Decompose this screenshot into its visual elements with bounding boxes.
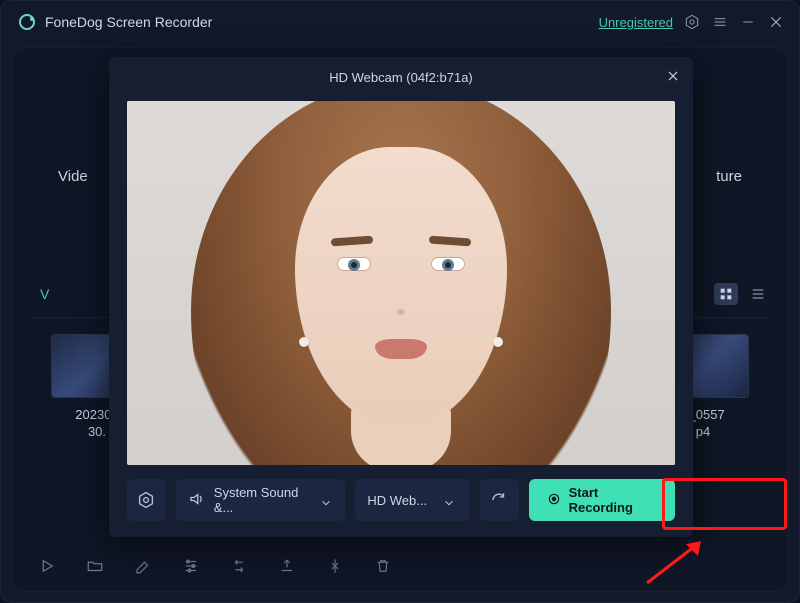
grid-view-button[interactable]	[714, 283, 738, 305]
modal-title: HD Webcam (04f2:b71a)	[329, 70, 473, 85]
modal-close-button[interactable]	[663, 66, 683, 86]
menu-icon[interactable]	[711, 13, 729, 31]
webcam-modal: HD Webcam (04f2:b71a)	[109, 57, 693, 537]
titlebar-left: FoneDog Screen Recorder	[19, 14, 212, 30]
gallery-tab-label-partial: V	[40, 286, 49, 302]
view-toggle	[714, 283, 770, 305]
close-button[interactable]	[767, 13, 785, 31]
bottom-toolbar	[38, 557, 392, 575]
app-title: FoneDog Screen Recorder	[45, 14, 212, 30]
refresh-button[interactable]	[480, 479, 519, 521]
camera-source-dropdown[interactable]: HD Web...	[355, 479, 469, 521]
mode-label-right-partial: ture	[716, 168, 742, 185]
titlebar: FoneDog Screen Recorder Unregistered	[1, 1, 799, 43]
app-window: FoneDog Screen Recorder Unregistered Vid…	[0, 0, 800, 603]
app-logo-icon	[19, 14, 35, 30]
gallery-tab-video[interactable]: V	[30, 286, 49, 302]
modal-header: HD Webcam (04f2:b71a)	[109, 57, 693, 97]
speaker-icon	[188, 490, 206, 511]
trash-icon[interactable]	[374, 557, 392, 575]
start-recording-label: Start Recording	[569, 485, 657, 515]
modal-settings-button[interactable]	[127, 479, 166, 521]
audio-source-label: System Sound &...	[214, 485, 311, 515]
titlebar-right: Unregistered	[599, 13, 785, 31]
play-icon[interactable]	[38, 557, 56, 575]
start-recording-button[interactable]: Start Recording	[529, 479, 675, 521]
folder-icon[interactable]	[86, 557, 104, 575]
sliders-icon[interactable]	[182, 557, 200, 575]
edit-icon[interactable]	[134, 557, 152, 575]
upload-icon[interactable]	[278, 557, 296, 575]
audio-source-dropdown[interactable]: System Sound &...	[176, 479, 346, 521]
settings-gear-icon[interactable]	[683, 13, 701, 31]
convert-icon[interactable]	[230, 557, 248, 575]
minimize-button[interactable]	[739, 13, 757, 31]
modal-controls: System Sound &... HD Web... Start	[109, 465, 693, 537]
mode-label-left-partial: Vide	[58, 168, 88, 185]
record-dot-icon	[547, 492, 561, 509]
list-view-button[interactable]	[746, 283, 770, 305]
camera-source-label: HD Web...	[367, 493, 427, 508]
unregistered-link[interactable]: Unregistered	[599, 15, 673, 30]
compress-icon[interactable]	[326, 557, 344, 575]
chevron-down-icon	[319, 496, 334, 504]
chevron-down-icon	[442, 496, 458, 504]
webcam-preview	[127, 101, 675, 465]
